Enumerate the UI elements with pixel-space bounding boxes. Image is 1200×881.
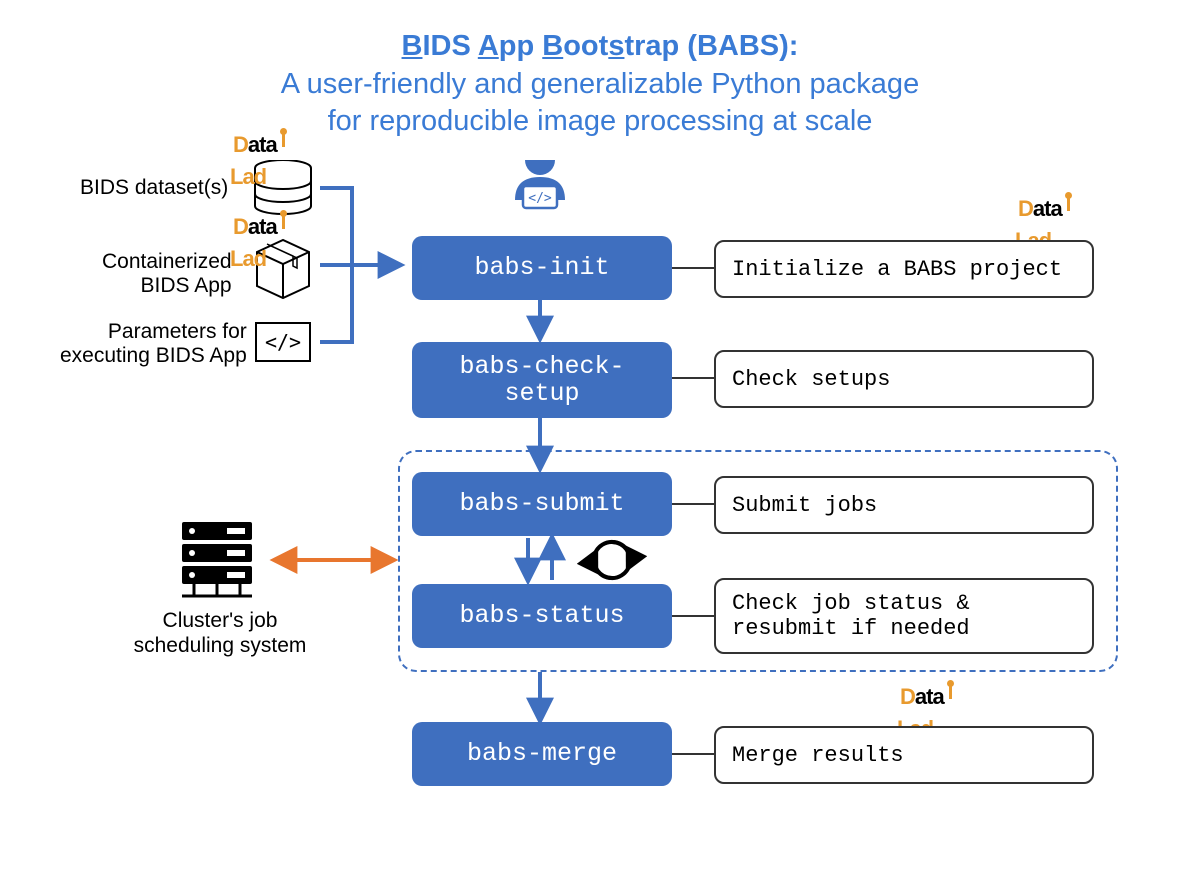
desc-check: Check setups bbox=[714, 350, 1094, 408]
svg-text:</>: </> bbox=[265, 330, 301, 354]
diagram: </> </> bbox=[0, 160, 1200, 881]
cmd-babs-merge: babs-merge bbox=[412, 722, 672, 786]
input-dataset: BIDS dataset(s) bbox=[80, 176, 228, 200]
desc-submit: Submit jobs bbox=[714, 476, 1094, 534]
user-icon: </> bbox=[515, 160, 565, 208]
datalad-logo-icon: DataLad bbox=[233, 132, 277, 184]
cmd-babs-submit: babs-submit bbox=[412, 472, 672, 536]
svg-text:</>: </> bbox=[528, 191, 552, 206]
desc-init: Initialize a BABS project bbox=[714, 240, 1094, 298]
input-params: Parameters forexecuting BIDS App bbox=[60, 320, 247, 368]
cmd-babs-status: babs-status bbox=[412, 584, 672, 648]
desc-status: Check job status &resubmit if needed bbox=[714, 578, 1094, 654]
input-container: ContainerizedBIDS App bbox=[102, 250, 232, 298]
datalad-logo-icon: DataLad bbox=[233, 214, 277, 266]
cluster-label: Cluster's jobscheduling system bbox=[130, 608, 310, 658]
code-file-icon: </> bbox=[256, 323, 310, 361]
title: BIDS App Bootstrap (BABS): A user-friend… bbox=[0, 0, 1200, 141]
cmd-babs-check-setup: babs-check-setup bbox=[412, 342, 672, 418]
cmd-babs-init: babs-init bbox=[412, 236, 672, 300]
server-icon bbox=[182, 522, 252, 596]
desc-merge: Merge results bbox=[714, 726, 1094, 784]
